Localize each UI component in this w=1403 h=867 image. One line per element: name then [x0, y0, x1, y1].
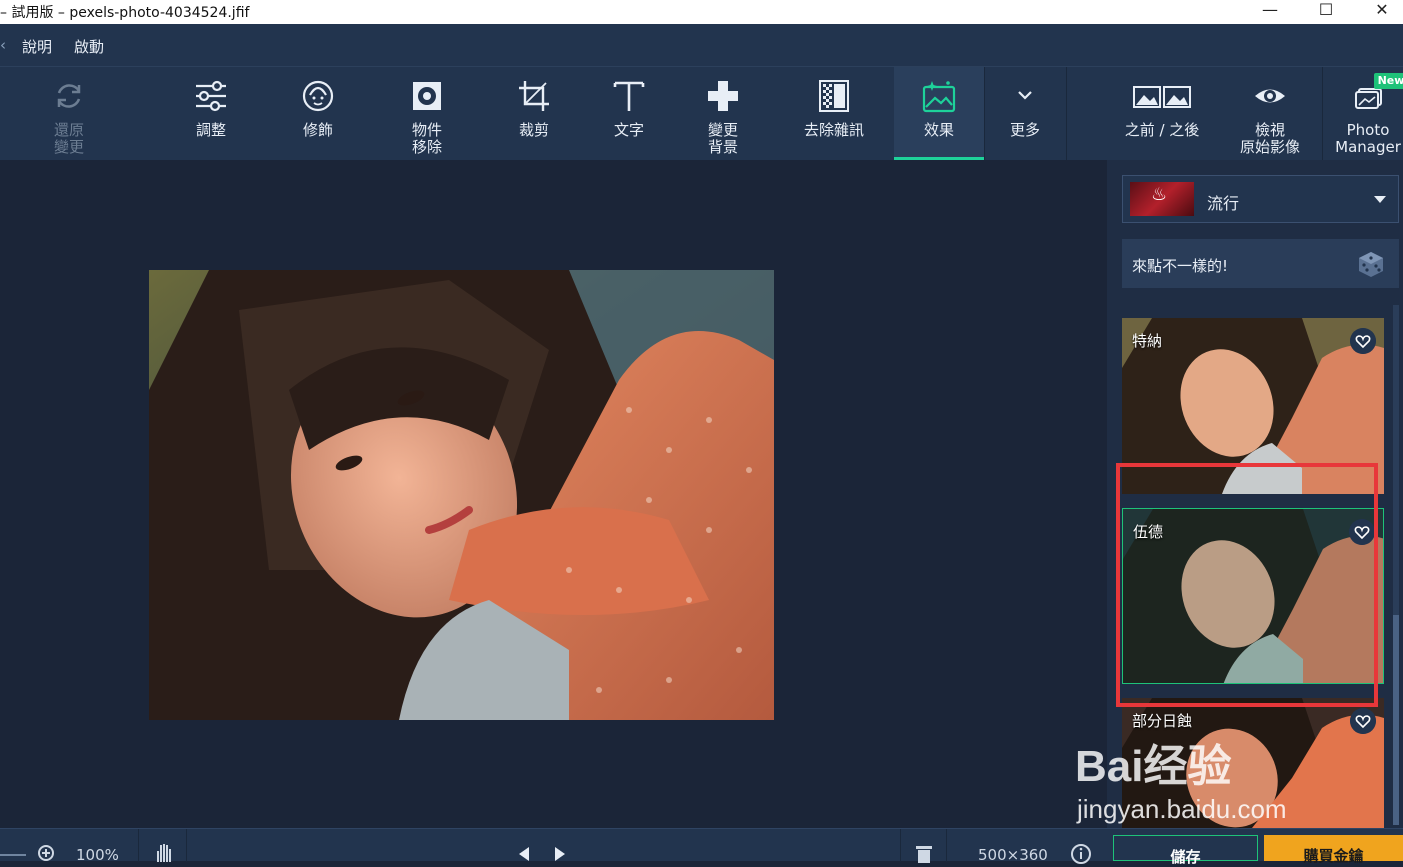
effects-scrollbar-thumb[interactable]	[1393, 615, 1399, 825]
undo-icon	[57, 84, 81, 108]
change-background-button[interactable]: 變更 背景	[676, 67, 770, 160]
text-icon	[613, 81, 645, 111]
image-dimensions: 500×360	[978, 846, 1048, 864]
portrait-photo	[149, 270, 774, 720]
random-effect-label: 來點不一樣的!	[1132, 257, 1229, 275]
effect-name: 部分日蝕	[1132, 712, 1193, 730]
object-removal-button[interactable]: 物件 移除	[376, 67, 478, 160]
chevron-down-icon	[1018, 91, 1032, 100]
menu-activate[interactable]: 啟動	[74, 36, 104, 57]
denoise-button[interactable]: 去除雜訊	[776, 67, 892, 160]
status-divider	[900, 829, 901, 862]
view-original-label: 檢視 原始影像	[1239, 121, 1300, 156]
new-badge: New	[1374, 73, 1403, 89]
crop-icon	[519, 81, 549, 111]
view-original-button[interactable]: 檢視 原始影像	[1222, 67, 1318, 160]
crop-label: 裁剪	[518, 121, 549, 139]
status-divider	[138, 829, 139, 862]
text-button[interactable]: 文字	[584, 67, 674, 160]
before-after-label: 之前 / 之後	[1124, 121, 1200, 139]
effect-category-dropdown[interactable]: ♨ 流行	[1122, 175, 1399, 223]
more-label: 更多	[1009, 121, 1040, 139]
menu-partial-edge: ‹	[0, 36, 6, 54]
chevron-down-icon	[1374, 196, 1386, 203]
prev-next-icons[interactable]	[515, 845, 575, 863]
maximize-button[interactable]: ☐	[1301, 0, 1351, 24]
buy-key-button[interactable]: 購買金鑰	[1264, 835, 1403, 865]
undo-button[interactable]: 還原 變更	[20, 67, 118, 160]
retouch-button[interactable]: 修飾	[268, 67, 368, 160]
effects-label: 效果	[923, 121, 954, 139]
menu-help[interactable]: 說明	[22, 36, 52, 57]
effect-name: 特納	[1132, 332, 1163, 350]
window-title: – 試用版 – pexels-photo-4034524.jfif	[0, 5, 250, 21]
effect-thumbnail-partial-eclipse[interactable]: 部分日蝕	[1122, 698, 1384, 828]
photo-manager-label: Photo Manager	[1335, 121, 1401, 156]
minimize-button[interactable]: —	[1245, 0, 1295, 24]
sliders-icon	[196, 80, 226, 112]
change-background-label: 變更 背景	[707, 121, 738, 156]
crop-button[interactable]: 裁剪	[486, 67, 582, 160]
effects-tab[interactable]: 效果	[894, 67, 984, 160]
zoom-level: 100%	[76, 846, 119, 864]
more-button[interactable]: 更多	[986, 67, 1064, 160]
before-after-button[interactable]: 之前 / 之後	[1110, 67, 1214, 160]
status-divider	[186, 829, 187, 862]
save-button[interactable]: 儲存	[1113, 835, 1258, 866]
annotation-highlight-box	[1116, 463, 1378, 707]
title-bar: – 試用版 – pexels-photo-4034524.jfif — ☐ ✕	[0, 0, 1403, 24]
adjust-button[interactable]: 調整	[160, 67, 262, 160]
undo-label: 還原 變更	[53, 121, 84, 156]
trash-icon[interactable]	[914, 843, 934, 863]
dice-icon	[1359, 252, 1383, 277]
status-divider	[946, 829, 947, 862]
toolbar-divider	[1066, 67, 1067, 160]
before-after-icon	[1133, 86, 1191, 108]
hand-icon[interactable]	[153, 841, 175, 863]
heart-icon[interactable]	[1350, 708, 1376, 734]
background-icon	[708, 81, 738, 111]
object-removal-label: 物件 移除	[411, 121, 442, 156]
effects-icon	[922, 81, 956, 113]
close-button[interactable]: ✕	[1357, 0, 1403, 24]
retouch-label: 修飾	[302, 121, 333, 139]
denoise-label: 去除雜訊	[803, 121, 864, 139]
denoise-icon	[819, 80, 849, 112]
toolbar-divider	[1322, 67, 1323, 160]
face-icon	[302, 80, 334, 112]
toolbar: 還原 變更 調整 修飾 物件 移除 裁剪 文字 變更 背景 去除雜訊 效果 更多…	[0, 66, 1403, 160]
category-label: 流行	[1207, 194, 1240, 213]
fire-icon: ♨	[1151, 184, 1168, 205]
photo-preview	[149, 270, 774, 720]
random-effect-button[interactable]: 來點不一樣的!	[1122, 239, 1399, 288]
heart-icon[interactable]	[1350, 328, 1376, 354]
object-removal-icon	[413, 82, 441, 110]
zoom-in-icon[interactable]	[0, 841, 60, 863]
eye-icon	[1255, 89, 1285, 103]
info-icon[interactable]	[1070, 843, 1092, 865]
adjust-label: 調整	[195, 121, 226, 139]
toolbar-divider	[984, 67, 985, 160]
menu-bar: ‹ 說明 啟動	[0, 24, 1403, 66]
text-label: 文字	[613, 121, 644, 139]
